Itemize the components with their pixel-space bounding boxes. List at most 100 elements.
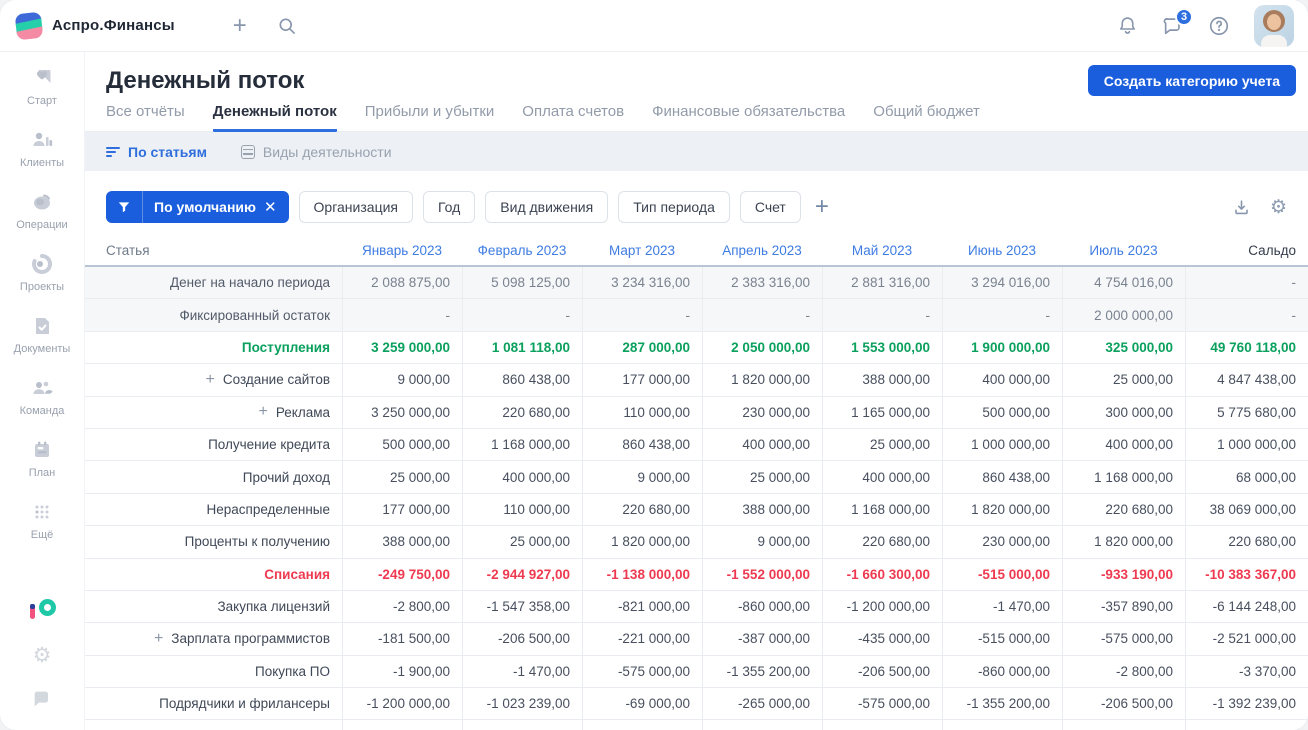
row-label[interactable]: Закупка лицензий: [85, 591, 342, 622]
view-toggle-2[interactable]: Виды деятельности: [240, 144, 392, 160]
cell-value: -357 890,00: [1062, 590, 1185, 623]
cell-value: -860 000,00: [942, 655, 1062, 688]
sidebar-item-6[interactable]: Команда: [14, 376, 71, 417]
column-header-month[interactable]: Март 2023: [582, 243, 702, 258]
cell-value: 220 680,00: [822, 526, 942, 558]
row-label[interactable]: Прочий доход: [85, 461, 342, 492]
cell-value: 3 294 016,00: [942, 267, 1062, 299]
row-label[interactable]: +Зарплата программистов: [85, 623, 342, 654]
cell-value: 2 383 316,00: [702, 267, 822, 299]
expand-plus-icon[interactable]: +: [154, 630, 163, 648]
active-filter-chip[interactable]: По умолчанию ✕: [106, 191, 289, 223]
tab-2[interactable]: Денежный поток: [212, 103, 337, 132]
row-label-text: Закупка лицензий: [217, 599, 330, 615]
cell-value: 1 168 000,00: [462, 428, 582, 461]
column-header-month[interactable]: Апрель 2023: [702, 243, 822, 258]
plan-icon: [30, 438, 54, 462]
view-toggle-1[interactable]: По статьям: [106, 144, 207, 160]
filter-chip-4[interactable]: Тип периода: [618, 191, 730, 223]
cell-value: -1 900,00: [342, 655, 462, 688]
row-label[interactable]: Фиксированный остаток: [85, 299, 342, 330]
sidebar-item-7[interactable]: План: [14, 438, 71, 479]
tab-3[interactable]: Прибыли и убытки: [365, 103, 495, 132]
sidebar-item-label: Старт: [27, 95, 57, 107]
filter-chip-2[interactable]: Год: [422, 191, 476, 223]
messages-button[interactable]: 3: [1162, 7, 1193, 37]
page-title: Денежный поток: [106, 66, 305, 94]
column-header-month[interactable]: Июль 2023: [1062, 243, 1185, 258]
cell-value: 400 000,00: [942, 364, 1062, 396]
table-row: Покупка ПО -1 900,00 -1 470,00 -575 000,00-…: [85, 655, 1308, 689]
row-label[interactable]: Получение кредита: [85, 429, 342, 460]
row-label-text: Создание сайтов: [222, 372, 330, 388]
support-chat-icon[interactable]: [31, 688, 53, 714]
sidebar-item-3[interactable]: Операции: [14, 190, 71, 231]
filter-chip-3[interactable]: Вид движения: [485, 191, 609, 223]
tab-1[interactable]: Все отчёты: [106, 103, 185, 132]
row-label[interactable]: Поступления: [85, 332, 342, 363]
sidebar-item-label: Команда: [19, 405, 65, 417]
settings-gear-icon[interactable]: ⚙: [33, 645, 52, 666]
sidebar-item-4[interactable]: Проекты: [14, 252, 71, 293]
tab-5[interactable]: Финансовые обязательства: [652, 103, 845, 132]
cell-value: -357 890,00: [1062, 720, 1185, 730]
clear-filter-icon[interactable]: ✕: [264, 198, 289, 216]
help-icon[interactable]: [1208, 15, 1230, 37]
cell-value: 400 000,00: [462, 461, 582, 493]
cell-value: 1 081 118,00: [462, 331, 582, 364]
cell-value: -933 190,00: [1062, 558, 1185, 590]
table-row: + Зарплата программистов -181 500,00 -206 5…: [85, 623, 1308, 656]
view-toggle-bar: По статьям Виды деятельности: [85, 132, 1308, 171]
expand-plus-icon[interactable]: +: [206, 371, 215, 389]
sidebar-item-8[interactable]: Ещё: [14, 500, 71, 541]
row-label[interactable]: Подрядчики и фрилансеры: [85, 688, 342, 719]
user-avatar[interactable]: [1254, 4, 1294, 47]
column-header-month[interactable]: Май 2023: [822, 243, 942, 258]
cell-value: -265 000,00: [702, 688, 822, 720]
row-label[interactable]: + Реклама: [85, 397, 342, 428]
tab-4[interactable]: Оплата счетов: [522, 103, 624, 132]
row-label[interactable]: + Создание сайтов: [85, 364, 342, 395]
table-row: Денег на начало периода 2 088 875,00 5 098…: [85, 267, 1308, 300]
row-label[interactable]: Проценты к получению: [85, 526, 342, 557]
cell-value: -435 000,00: [822, 623, 942, 655]
column-header-month[interactable]: Февраль 2023: [462, 243, 582, 258]
sidebar-item-2[interactable]: Клиенты: [14, 128, 71, 169]
unread-count-badge: 3: [1175, 7, 1193, 26]
column-header-saldo: Сальдо: [1248, 243, 1296, 258]
tab-6[interactable]: Общий бюджет: [873, 103, 980, 132]
row-label[interactable]: Покупка ПО: [85, 656, 342, 687]
brand-mark-icon[interactable]: [29, 597, 56, 623]
row-label-text: Поступления: [241, 339, 330, 355]
notifications-bell-icon[interactable]: [1117, 15, 1138, 36]
row-label[interactable]: Денег на начало периода: [85, 267, 342, 298]
table-row: Подрядчики и фрилансеры -1 200 000,00 -1 0…: [85, 688, 1308, 721]
create-category-button[interactable]: Создать категорию учета: [1087, 65, 1296, 96]
row-label[interactable]: +Зарплата программистов: [85, 720, 342, 730]
cell-value: 1 820 000,00: [702, 364, 822, 396]
filter-chip-5[interactable]: Счет: [739, 191, 801, 223]
quick-add-button[interactable]: +: [233, 13, 247, 38]
add-filter-button[interactable]: +: [815, 195, 829, 219]
sidebar-item-1[interactable]: Старт: [14, 66, 71, 107]
cell-value: -249 750,00: [342, 558, 462, 590]
column-header-month[interactable]: Январь 2023: [342, 243, 462, 258]
cell-saldo: -2 521 000,00: [1185, 623, 1308, 655]
cell-saldo: 5 775 680,00: [1185, 396, 1308, 428]
cell-value: -1 660 300,00: [822, 558, 942, 590]
cell-value: 25 000,00: [1062, 364, 1185, 396]
export-download-icon[interactable]: [1232, 198, 1251, 217]
sidebar-item-5[interactable]: Документы: [14, 314, 70, 355]
search-icon[interactable]: [277, 16, 297, 36]
row-label[interactable]: Списания: [85, 559, 342, 590]
table-settings-gear-icon[interactable]: ⚙: [1270, 198, 1287, 217]
column-header-month[interactable]: Июнь 2023: [942, 243, 1062, 258]
expand-plus-icon[interactable]: +: [259, 403, 268, 421]
table-row: +Зарплата программистов-2 800,00-1 547 3…: [85, 720, 1308, 730]
row-label[interactable]: Нераспределенные: [85, 494, 342, 525]
filter-chip-1[interactable]: Организация: [298, 191, 413, 223]
cell-value: -387 000,00: [702, 623, 822, 655]
cell-value: 25 000,00: [462, 526, 582, 558]
cell-value: -: [462, 299, 582, 331]
cell-value: -206 500,00: [462, 623, 582, 655]
